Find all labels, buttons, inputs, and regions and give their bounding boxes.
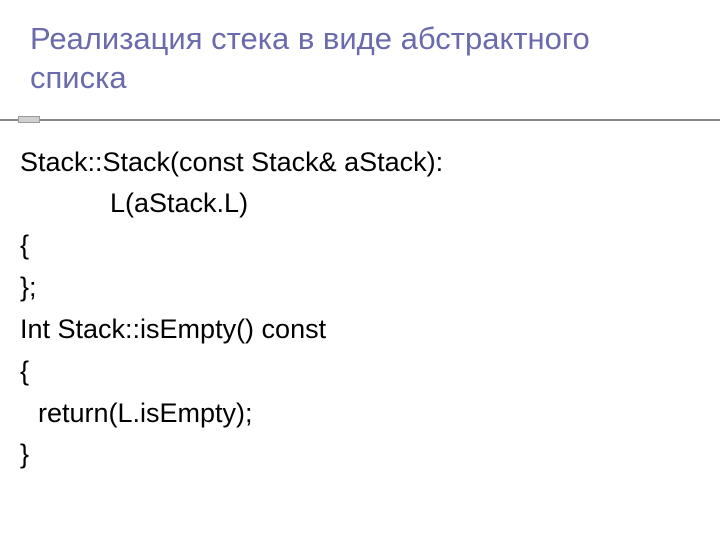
- code-line: L(aStack.L): [20, 183, 700, 225]
- title-divider: [0, 116, 720, 124]
- code-line: Int Stack::isEmpty() const: [20, 309, 700, 351]
- code-line: {: [20, 225, 700, 267]
- divider-line: [0, 119, 720, 121]
- code-line: return(L.isEmpty);: [20, 393, 700, 435]
- code-line: {: [20, 351, 700, 393]
- code-line: }: [20, 434, 700, 476]
- code-line: };: [20, 267, 700, 309]
- slide-content: Stack::Stack(const Stack& aStack): L(aSt…: [0, 124, 720, 477]
- code-line: Stack::Stack(const Stack& aStack):: [20, 142, 700, 184]
- slide-title-area: Реализация стека в виде абстрактного спи…: [0, 0, 720, 108]
- divider-box: [18, 116, 40, 123]
- slide-title: Реализация стека в виде абстрактного спи…: [30, 20, 690, 98]
